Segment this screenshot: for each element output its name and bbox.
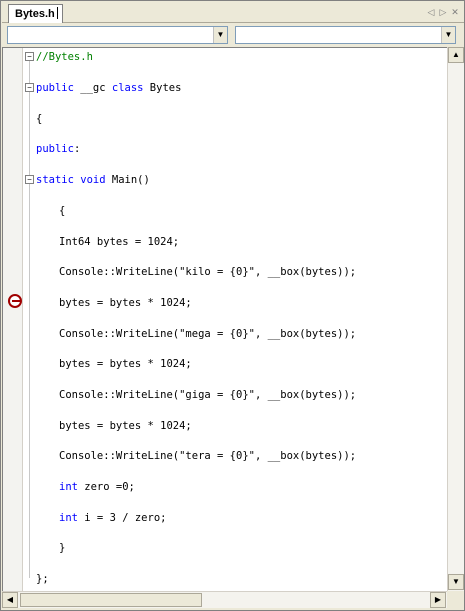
code-line-14: Console::WriteLine("tera = {0}", __box(b… — [59, 449, 356, 463]
code-line-3: { — [36, 112, 42, 126]
scroll-right-icon[interactable]: ▶ — [430, 592, 446, 608]
keyword: public — [36, 143, 74, 155]
keyword: int — [59, 481, 78, 493]
keyword: void — [80, 174, 106, 186]
member-dropdown[interactable]: ▼ — [235, 26, 456, 44]
code-text: bytes = bytes * 1024; — [59, 297, 192, 309]
code-line-15: int zero =0; — [59, 480, 135, 494]
code-line-11: bytes = bytes * 1024; — [59, 357, 192, 371]
indicator-margin[interactable] — [3, 48, 23, 591]
code-line-8: Console::WriteLine("kilo = {0}", __box(b… — [59, 265, 356, 279]
horizontal-scrollbar[interactable]: ◀ ▶ — [2, 591, 447, 608]
close-tab-icon[interactable]: ✕ — [450, 6, 460, 18]
chevron-down-icon[interactable]: ▼ — [441, 27, 455, 43]
outline-guide — [29, 58, 30, 578]
code-text: Int64 bytes = 1024; — [59, 236, 180, 248]
scroll-corner — [447, 591, 464, 608]
code-text: Console::WriteLine("mega = {0}", __box(b… — [59, 328, 357, 340]
comment-text: //Bytes.h — [36, 51, 93, 63]
keyword: static — [36, 174, 74, 186]
tab-label: Bytes.h — [15, 8, 55, 20]
keyword: class — [111, 82, 144, 94]
horizontal-scroll-thumb[interactable] — [20, 593, 202, 607]
prev-tab-icon[interactable]: ◁ — [426, 6, 436, 18]
code-text: Console::WriteLine("kilo = {0}", __box(b… — [59, 266, 357, 278]
code-line-2: public __gc class Bytes — [36, 81, 181, 95]
code-text: Console::WriteLine("giga = {0}", __box(b… — [59, 389, 357, 401]
code-line-1: //Bytes.h — [36, 50, 93, 64]
tab-strip: Bytes.h ◁ ▷ ✕ — [2, 2, 464, 23]
code-line-5: static void Main() — [36, 173, 150, 187]
code-editor[interactable]: − − − //Bytes.h public __gc class Bytes … — [2, 47, 447, 591]
navigation-bar: ▼ ▼ — [2, 23, 464, 47]
code-line-13: bytes = bytes * 1024; — [59, 419, 192, 433]
code-text: }; — [36, 573, 49, 585]
scroll-down-icon[interactable]: ▼ — [448, 574, 464, 590]
code-text: bytes = bytes * 1024; — [59, 420, 192, 432]
code-line-6: { — [59, 204, 65, 218]
code-text: : — [73, 143, 81, 155]
editor-window: Bytes.h ◁ ▷ ✕ ▼ ▼ − − − //Bytes.h public… — [0, 0, 465, 611]
keyword: public — [36, 82, 74, 94]
code-line-12: Console::WriteLine("giga = {0}", __box(b… — [59, 388, 356, 402]
code-line-9: bytes = bytes * 1024; — [59, 296, 192, 310]
chevron-down-icon[interactable]: ▼ — [213, 27, 227, 43]
code-text: Bytes — [143, 82, 182, 94]
code-text: zero =0; — [77, 481, 135, 493]
code-line-16: int i = 3 / zero; — [59, 511, 166, 525]
scroll-up-icon[interactable]: ▲ — [448, 47, 464, 63]
code-text: __gc — [73, 82, 112, 94]
code-text: i = 3 / zero; — [77, 512, 167, 524]
scope-dropdown[interactable]: ▼ — [7, 26, 228, 44]
collapse-icon[interactable]: − — [25, 175, 34, 184]
keyword: int — [59, 512, 78, 524]
code-line-17: } — [59, 541, 65, 555]
code-line-10: Console::WriteLine("mega = {0}", __box(b… — [59, 327, 356, 341]
code-text: Main() — [105, 174, 150, 186]
next-tab-icon[interactable]: ▷ — [438, 6, 448, 18]
code-line-7: Int64 bytes = 1024; — [59, 235, 179, 249]
tab-caret — [56, 7, 58, 19]
tab-bytes-h[interactable]: Bytes.h — [8, 4, 63, 23]
code-line-4: public: — [36, 142, 80, 156]
scroll-left-icon[interactable]: ◀ — [2, 592, 18, 608]
code-text: { — [36, 113, 43, 125]
collapse-icon[interactable]: − — [25, 52, 34, 61]
code-line-18: }; — [36, 572, 49, 586]
vertical-scroll-track[interactable] — [449, 65, 463, 569]
code-text: bytes = bytes * 1024; — [59, 358, 192, 370]
breakpoint-icon[interactable] — [8, 294, 22, 308]
collapse-icon[interactable]: − — [25, 83, 34, 92]
code-text: { — [59, 205, 66, 217]
code-text: } — [59, 542, 66, 554]
vertical-scrollbar[interactable]: ▲ ▼ — [447, 47, 464, 591]
code-text: Console::WriteLine("tera = {0}", __box(b… — [59, 450, 357, 462]
